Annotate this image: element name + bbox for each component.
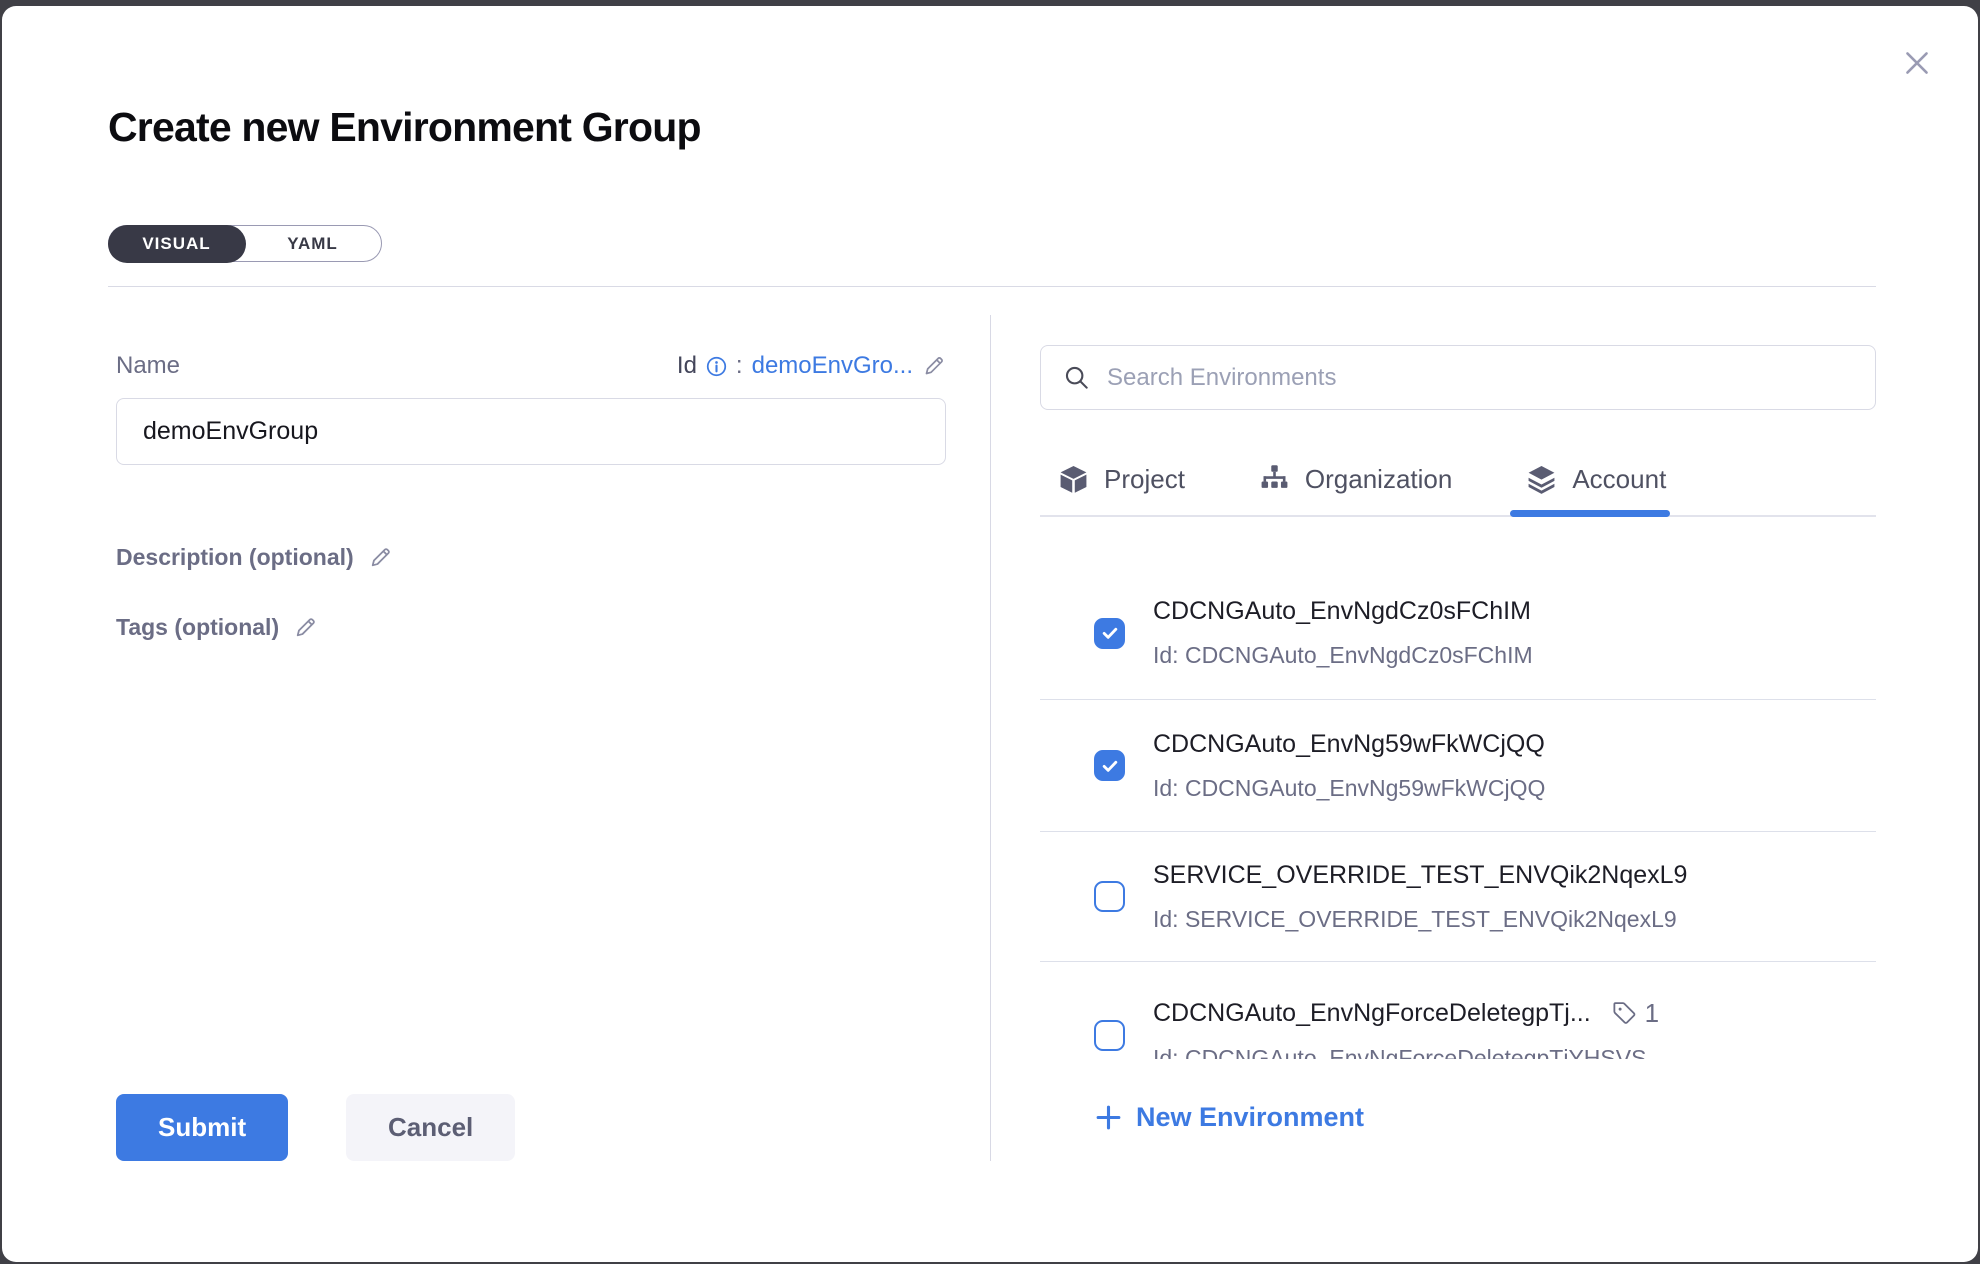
- id-colon: :: [736, 352, 743, 380]
- tags-label: Tags (optional): [116, 614, 279, 641]
- environment-list: CDCNGAuto_EnvNgdCz0sFChIM Id: CDCNGAuto_…: [1040, 517, 1876, 1059]
- new-environment-label: New Environment: [1136, 1102, 1364, 1133]
- scope-tabs: Project Organization: [1040, 443, 1876, 517]
- plus-icon: [1094, 1103, 1123, 1132]
- edit-tags-pencil-icon[interactable]: [293, 615, 318, 640]
- environment-checkbox[interactable]: [1094, 618, 1125, 649]
- create-environment-group-dialog: Create new Environment Group VISUAL YAML…: [2, 6, 1978, 1262]
- environment-name: CDCNGAuto_EnvNgdCz0sFChIM: [1153, 597, 1533, 626]
- close-icon[interactable]: [1900, 46, 1934, 80]
- visual-yaml-toggle: VISUAL YAML: [108, 225, 382, 262]
- layers-icon: [1526, 464, 1557, 495]
- row-divider: [1040, 961, 1876, 962]
- tag-count-badge: 1: [1611, 998, 1659, 1029]
- name-input[interactable]: [116, 398, 946, 465]
- tab-organization[interactable]: Organization: [1259, 443, 1452, 515]
- environment-name: CDCNGAuto_EnvNgForceDeletegpTj...: [1153, 999, 1591, 1028]
- search-icon: [1063, 364, 1091, 392]
- tab-visual[interactable]: VISUAL: [108, 225, 246, 263]
- tab-account[interactable]: Account: [1526, 443, 1666, 515]
- search-environments-input[interactable]: [1107, 364, 1853, 392]
- entity-id-row: Id : demoEnvGro...: [677, 352, 946, 380]
- tag-count: 1: [1645, 998, 1659, 1029]
- id-label: Id: [677, 352, 697, 380]
- tag-icon: [1611, 1000, 1638, 1027]
- check-icon: [1100, 756, 1120, 776]
- entity-id-value[interactable]: demoEnvGro...: [752, 352, 913, 380]
- cube-icon: [1058, 464, 1089, 495]
- cancel-button[interactable]: Cancel: [346, 1094, 515, 1161]
- environment-id: Id: CDCNGAuto_EnvNg59wFkWCjQQ: [1153, 775, 1545, 802]
- tab-project[interactable]: Project: [1058, 443, 1185, 515]
- environments-panel: Project Organization: [1040, 6, 1876, 1262]
- description-section: Description (optional): [116, 544, 393, 571]
- name-field-header: Name Id : demoEnvGro...: [116, 350, 946, 382]
- edit-id-pencil-icon[interactable]: [922, 354, 946, 378]
- environment-checkbox[interactable]: [1094, 750, 1125, 781]
- tab-yaml[interactable]: YAML: [244, 226, 381, 261]
- environment-id: Id: CDCNGAuto_EnvNgForceDeletegpTjYHSVS: [1153, 1045, 1659, 1059]
- tab-organization-label: Organization: [1305, 464, 1452, 495]
- tab-account-label: Account: [1572, 464, 1666, 495]
- panel-divider: [990, 315, 991, 1161]
- check-icon: [1100, 623, 1120, 643]
- description-label: Description (optional): [116, 544, 354, 571]
- environment-row[interactable]: CDCNGAuto_EnvNgdCz0sFChIM Id: CDCNGAuto_…: [1040, 567, 1876, 699]
- submit-button[interactable]: Submit: [116, 1094, 288, 1161]
- tags-section: Tags (optional): [116, 614, 318, 641]
- info-icon[interactable]: [706, 356, 727, 377]
- environment-name: SERVICE_OVERRIDE_TEST_ENVQik2NqexL9: [1153, 861, 1687, 890]
- environment-id: Id: SERVICE_OVERRIDE_TEST_ENVQik2NqexL9: [1153, 906, 1687, 933]
- page-title: Create new Environment Group: [108, 104, 701, 151]
- environment-row[interactable]: CDCNGAuto_EnvNgForceDeletegpTj... 1 I: [1040, 965, 1876, 1059]
- tab-project-label: Project: [1104, 464, 1185, 495]
- environment-checkbox[interactable]: [1094, 1020, 1125, 1051]
- environment-row[interactable]: SERVICE_OVERRIDE_TEST_ENVQik2NqexL9 Id: …: [1040, 832, 1876, 961]
- search-environments-box: [1040, 345, 1876, 410]
- environment-name: CDCNGAuto_EnvNg59wFkWCjQQ: [1153, 730, 1545, 759]
- environment-checkbox[interactable]: [1094, 881, 1125, 912]
- edit-description-pencil-icon[interactable]: [368, 545, 393, 570]
- name-label: Name: [116, 352, 180, 380]
- environment-row[interactable]: CDCNGAuto_EnvNg59wFkWCjQQ Id: CDCNGAuto_…: [1040, 700, 1876, 831]
- org-chart-icon: [1259, 464, 1290, 495]
- new-environment-button[interactable]: New Environment: [1094, 1102, 1364, 1133]
- environment-id: Id: CDCNGAuto_EnvNgdCz0sFChIM: [1153, 642, 1533, 669]
